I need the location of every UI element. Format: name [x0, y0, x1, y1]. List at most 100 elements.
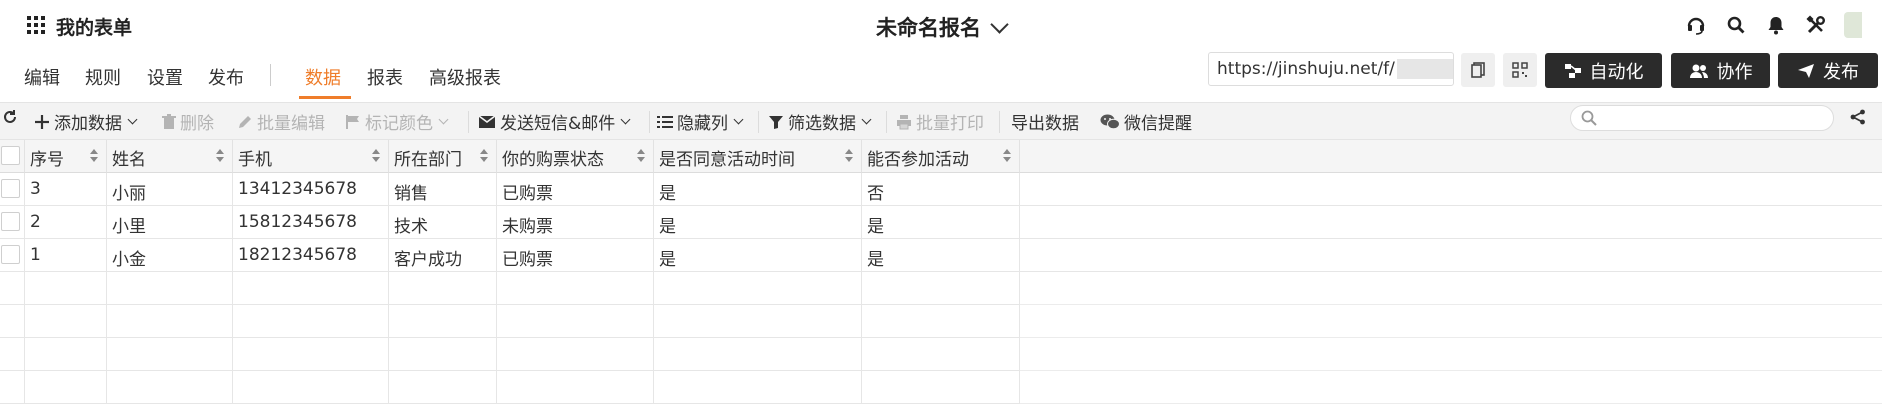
table-cell[interactable]: 已购票: [497, 239, 654, 272]
copy-url-button[interactable]: [1461, 53, 1495, 87]
row-filler: [1020, 338, 1882, 371]
row-select-cell: [0, 239, 25, 272]
table-cell[interactable]: 是: [862, 206, 1020, 239]
batch-print-button[interactable]: 批量打印: [896, 109, 984, 134]
table-cell[interactable]: 是: [654, 206, 862, 239]
headset-icon[interactable]: [1684, 13, 1708, 37]
wechat-remind-label: 微信提醒: [1124, 114, 1192, 134]
app-title[interactable]: 我的表单: [56, 13, 132, 40]
table-cell[interactable]: 已购票: [497, 173, 654, 206]
tab-publish[interactable]: 发布: [208, 64, 244, 90]
search-input[interactable]: [1570, 105, 1834, 131]
column-header[interactable]: 你的购票状态: [497, 140, 654, 173]
flag-icon: [346, 114, 359, 129]
mark-color-button[interactable]: 标记颜色: [345, 109, 449, 134]
avatar[interactable]: [1844, 12, 1862, 38]
publish-label: 发布: [1823, 61, 1859, 83]
table-cell[interactable]: 销售: [389, 173, 497, 206]
sort-icon[interactable]: [1003, 148, 1011, 164]
nav-divider: [270, 64, 271, 86]
export-data-button[interactable]: 导出数据: [1011, 109, 1079, 134]
tab-settings[interactable]: 设置: [147, 64, 183, 90]
empty-cell: [654, 338, 862, 371]
row-filler: [1020, 371, 1882, 404]
filter-button[interactable]: 筛选数据: [768, 109, 872, 134]
apps-grid-icon[interactable]: [27, 16, 45, 34]
select-all-checkbox[interactable]: [1, 146, 20, 165]
collaborate-button[interactable]: 协作: [1671, 53, 1770, 88]
sort-icon[interactable]: [845, 148, 853, 164]
qr-code-button[interactable]: [1503, 53, 1537, 87]
share-button[interactable]: [1850, 109, 1866, 125]
form-title-dropdown[interactable]: 未命名报名: [876, 12, 1009, 42]
form-url-field[interactable]: https://jinshuju.net/f/: [1208, 52, 1454, 86]
empty-cell: [107, 305, 233, 338]
users-icon: [1689, 64, 1708, 78]
row-checkbox[interactable]: [1, 212, 20, 231]
sort-icon[interactable]: [90, 148, 98, 164]
search-icon: [1581, 110, 1597, 126]
sort-icon[interactable]: [480, 148, 488, 164]
tab-data[interactable]: 数据: [305, 64, 341, 90]
table-cell[interactable]: 小丽: [107, 173, 233, 206]
bell-icon[interactable]: [1764, 13, 1788, 37]
column-header[interactable]: 是否同意活动时间: [654, 140, 862, 173]
caret-down-icon: [127, 114, 138, 125]
column-header[interactable]: 序号: [25, 140, 107, 173]
sort-icon[interactable]: [372, 148, 380, 164]
refresh-button[interactable]: [2, 109, 18, 125]
column-header[interactable]: 所在部门: [389, 140, 497, 173]
publish-button[interactable]: 发布: [1778, 53, 1878, 88]
table-cell[interactable]: 小金: [107, 239, 233, 272]
add-data-button[interactable]: 添加数据: [34, 109, 138, 134]
table-cell[interactable]: 1: [25, 239, 107, 272]
batch-edit-button[interactable]: 批量编辑: [237, 109, 325, 134]
export-data-label: 导出数据: [1011, 114, 1079, 134]
table-cell[interactable]: 18212345678: [233, 239, 389, 272]
row-checkbox[interactable]: [1, 245, 20, 264]
empty-cell: [862, 371, 1020, 404]
tab-advanced-report[interactable]: 高级报表: [429, 64, 501, 90]
empty-cell: [25, 338, 107, 371]
table-cell[interactable]: 是: [654, 239, 862, 272]
row-checkbox[interactable]: [1, 179, 20, 198]
table-cell[interactable]: 2: [25, 206, 107, 239]
table-cell[interactable]: 否: [862, 173, 1020, 206]
table-cell[interactable]: 小里: [107, 206, 233, 239]
table-cell[interactable]: 15812345678: [233, 206, 389, 239]
table-cell[interactable]: 技术: [389, 206, 497, 239]
empty-cell: [233, 338, 389, 371]
sort-icon[interactable]: [637, 148, 645, 164]
tab-rules[interactable]: 规则: [85, 64, 121, 90]
column-header[interactable]: 手机: [233, 140, 389, 173]
table-cell[interactable]: 是: [654, 173, 862, 206]
tab-edit[interactable]: 编辑: [24, 64, 60, 90]
table-cell[interactable]: 未购票: [497, 206, 654, 239]
column-header-label: 所在部门: [394, 150, 462, 170]
search-icon[interactable]: [1724, 13, 1748, 37]
hide-columns-button[interactable]: 隐藏列: [657, 109, 744, 134]
automation-label: 自动化: [1589, 61, 1644, 83]
empty-cell: [0, 272, 25, 305]
table-cell[interactable]: 是: [862, 239, 1020, 272]
toolbar-divider: [886, 111, 887, 133]
wechat-remind-button[interactable]: 微信提醒: [1100, 109, 1192, 134]
table-cell[interactable]: 3: [25, 173, 107, 206]
delete-button[interactable]: 删除: [162, 109, 214, 134]
table-cell[interactable]: 客户成功: [389, 239, 497, 272]
row-filler: [1020, 206, 1882, 239]
sort-icon[interactable]: [216, 148, 224, 164]
table-cell[interactable]: 13412345678: [233, 173, 389, 206]
column-header[interactable]: 能否参加活动: [862, 140, 1020, 173]
automation-button[interactable]: 自动化: [1545, 53, 1662, 88]
row-filler: [1020, 173, 1882, 206]
form-title: 未命名报名: [876, 16, 981, 40]
column-header[interactable]: 姓名: [107, 140, 233, 173]
empty-cell: [654, 371, 862, 404]
tab-report[interactable]: 报表: [367, 64, 403, 90]
column-header-label: 是否同意活动时间: [659, 150, 795, 170]
pencil-icon: [239, 115, 251, 128]
form-url-text: https://jinshuju.net/f/: [1217, 59, 1395, 79]
send-sms-email-button[interactable]: 发送短信&邮件: [478, 109, 631, 134]
tools-icon[interactable]: [1804, 13, 1828, 37]
